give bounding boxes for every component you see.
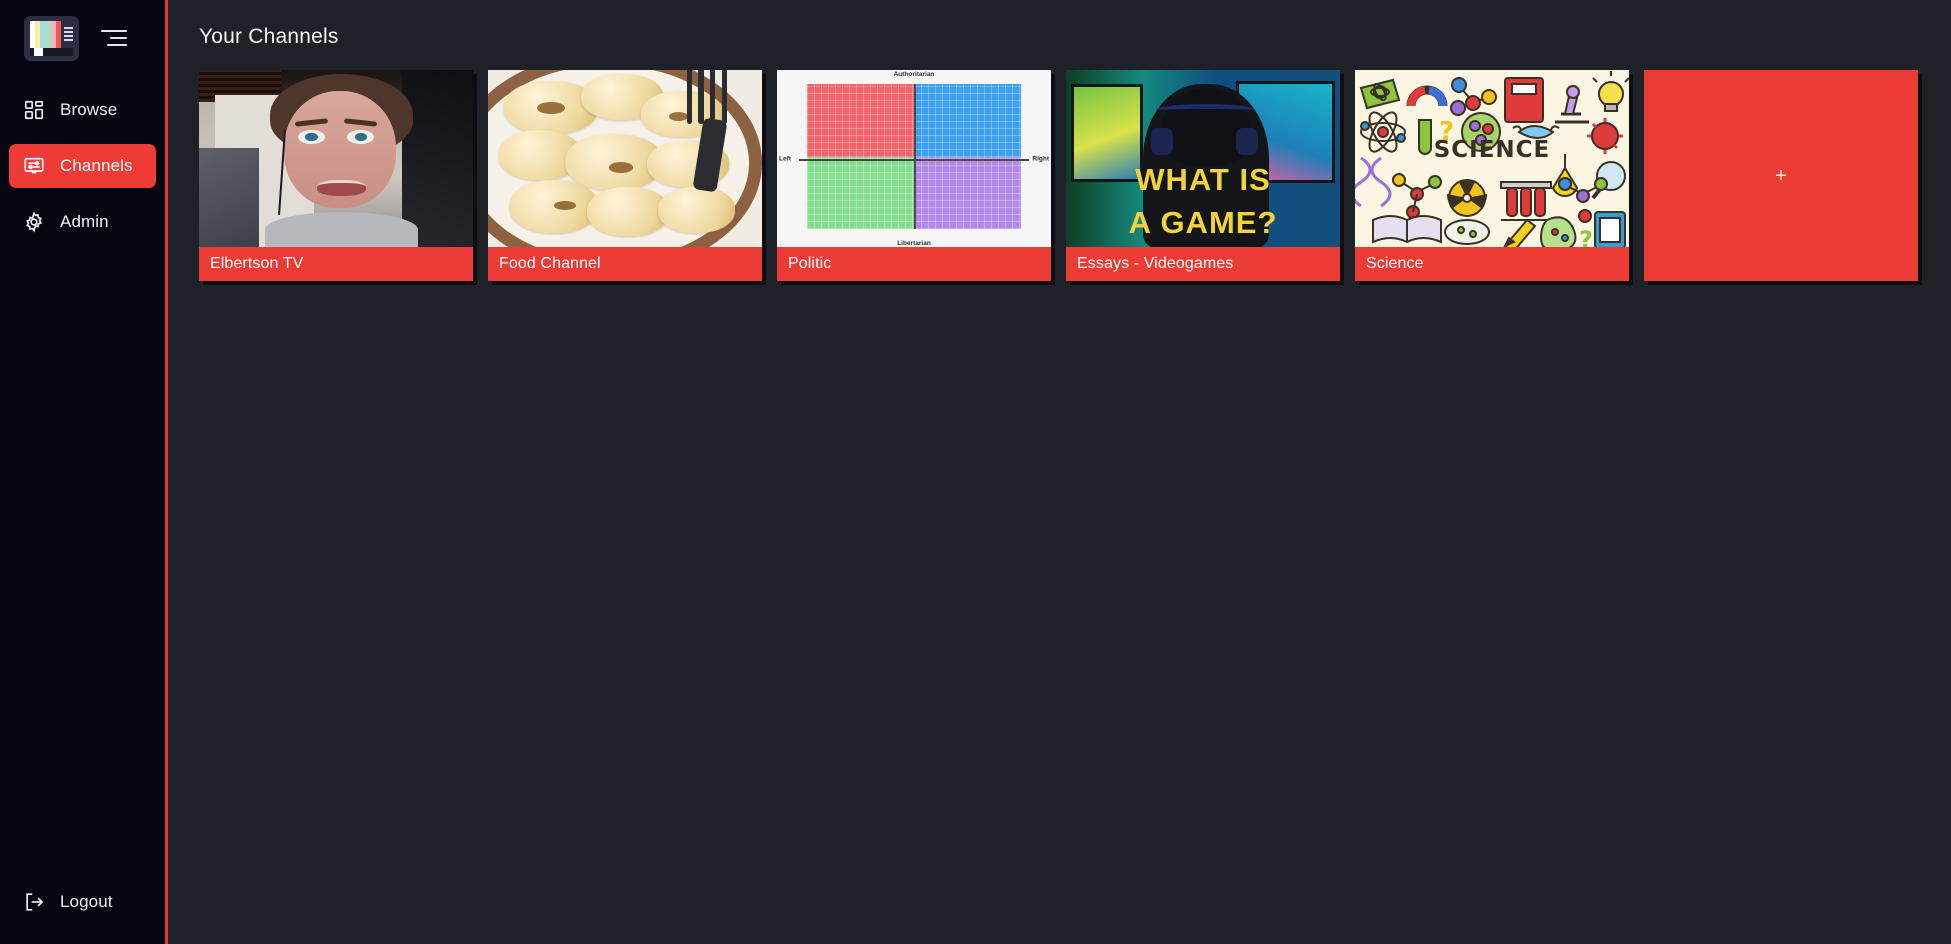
compass-label-authoritarian: Authoritarian: [893, 71, 935, 78]
channel-card-politic[interactable]: Authoritarian Libertarian Left Right Pol…: [777, 70, 1051, 281]
compass-label-left: Left: [779, 155, 791, 162]
sidebar: Browse Channels Admin Logout: [0, 0, 168, 944]
thumb-text-science: SCIENCE: [1433, 136, 1551, 163]
channel-thumbnail-science-doodles: ? ? SCIENCE: [1355, 70, 1629, 247]
channel-card-science[interactable]: ? ? SCIENCE Science: [1355, 70, 1629, 281]
logout-label: Logout: [60, 892, 113, 911]
thumb-text-line2: A GAME?: [1128, 204, 1278, 240]
plus-icon: +: [1775, 164, 1787, 187]
sidebar-item-channels[interactable]: Channels: [9, 144, 156, 188]
political-compass-chart: Authoritarian Libertarian Left Right: [777, 70, 1051, 247]
compass-quadrant-bottom-left: [807, 156, 914, 230]
channel-card-label: Essays - Videogames: [1066, 247, 1340, 281]
channel-card-label: Elbertson TV: [199, 247, 473, 281]
channel-card-essays-videogames[interactable]: WHAT IS A GAME? Essays - Videogames: [1066, 70, 1340, 281]
main-content: Your Channels Elbertson TV Food Channel …: [168, 0, 1951, 944]
compass-quadrant-top-right: [914, 84, 1021, 157]
sidebar-item-channels-label: Channels: [60, 156, 133, 175]
page-title: Your Channels: [199, 25, 339, 48]
sidebar-header: [0, 0, 165, 62]
channel-thumbnail-gamer: WHAT IS A GAME?: [1066, 70, 1340, 247]
compass-quadrant-bottom-right: [914, 156, 1021, 230]
logout-arrow-icon: [26, 893, 44, 911]
compass-label-right: Right: [1032, 155, 1049, 162]
sidebar-nav: Browse Channels Admin: [0, 88, 165, 256]
channel-screen-icon: [24, 157, 44, 174]
sidebar-item-browse-label: Browse: [60, 100, 118, 119]
channel-thumbnail-webcam-portrait: [199, 70, 473, 247]
sidebar-item-browse[interactable]: Browse: [9, 88, 156, 132]
app-root: Browse Channels Admin Logout Your Channe…: [0, 0, 1951, 944]
channel-card-grid: Elbertson TV Food Channel Authoritarian …: [168, 49, 1951, 281]
compass-label-libertarian: Libertarian: [897, 240, 931, 247]
logo-footer-bar: [30, 47, 73, 56]
logout-button[interactable]: Logout: [9, 882, 156, 922]
compass-quadrant-top-left: [807, 84, 914, 157]
svg-text:?: ?: [1579, 226, 1593, 247]
add-channel-card[interactable]: +: [1644, 70, 1918, 281]
compass-vertical-axis: [914, 84, 916, 230]
sidebar-item-admin[interactable]: Admin: [9, 200, 156, 244]
channel-card-food-channel[interactable]: Food Channel: [488, 70, 762, 281]
channel-card-label: Politic: [777, 247, 1051, 281]
hamburger-menu-icon[interactable]: [101, 25, 127, 51]
channel-thumbnail-political-compass: Authoritarian Libertarian Left Right: [777, 70, 1051, 247]
grid-layout-icon: [24, 100, 44, 120]
thumb-text-line1: WHAT IS: [1135, 162, 1271, 198]
sidebar-item-admin-label: Admin: [60, 212, 109, 231]
tv-test-pattern-logo[interactable]: [24, 15, 79, 61]
channel-card-elbertson-tv[interactable]: Elbertson TV: [199, 70, 473, 281]
channel-card-label: Science: [1355, 247, 1629, 281]
gear-icon: [26, 211, 42, 233]
sidebar-footer: Logout: [0, 882, 165, 944]
channel-card-label: Food Channel: [488, 247, 762, 281]
channel-thumbnail-potato-gratin: [488, 70, 762, 247]
